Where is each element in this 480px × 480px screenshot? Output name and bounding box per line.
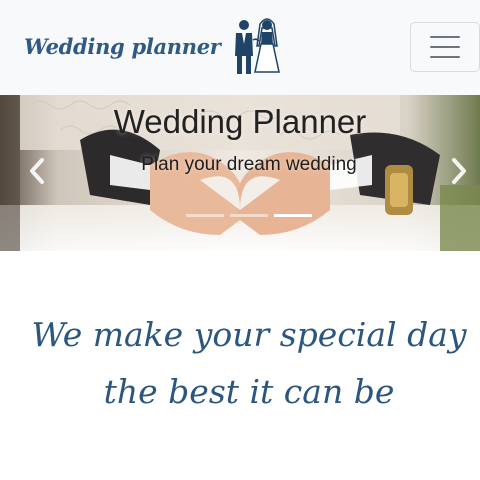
hamburger-menu-icon — [430, 36, 460, 38]
tagline: We make your special day the best it can… — [0, 306, 480, 420]
navbar: Wedding planner — [0, 0, 480, 95]
carousel-indicator-3[interactable] — [274, 214, 312, 217]
carousel-prev-button[interactable] — [22, 153, 52, 189]
tagline-line-2: the best it can be — [103, 372, 395, 411]
carousel-indicator-2[interactable] — [230, 214, 268, 217]
navbar-toggler-button[interactable] — [410, 22, 480, 72]
brand-logo-link[interactable]: Wedding planner — [24, 14, 285, 78]
hamburger-bar — [430, 46, 460, 48]
tagline-line-1: We make your special day — [31, 315, 467, 354]
carousel-indicators — [0, 214, 480, 217]
carousel-indicator-1[interactable] — [186, 214, 224, 217]
brand-text: Wedding planner — [24, 33, 221, 59]
carousel-next-button[interactable] — [444, 153, 474, 189]
carousel-caption-title: Wedding Planner — [113, 103, 367, 140]
carousel-caption-subtitle: Plan your dream wedding — [141, 154, 357, 175]
bride-groom-icon — [234, 18, 280, 74]
hero-carousel: Wedding Planner Plan your dream wedding — [0, 95, 480, 251]
hamburger-bar — [430, 56, 460, 58]
chevron-left-icon — [30, 158, 44, 184]
chevron-right-icon — [452, 158, 466, 184]
